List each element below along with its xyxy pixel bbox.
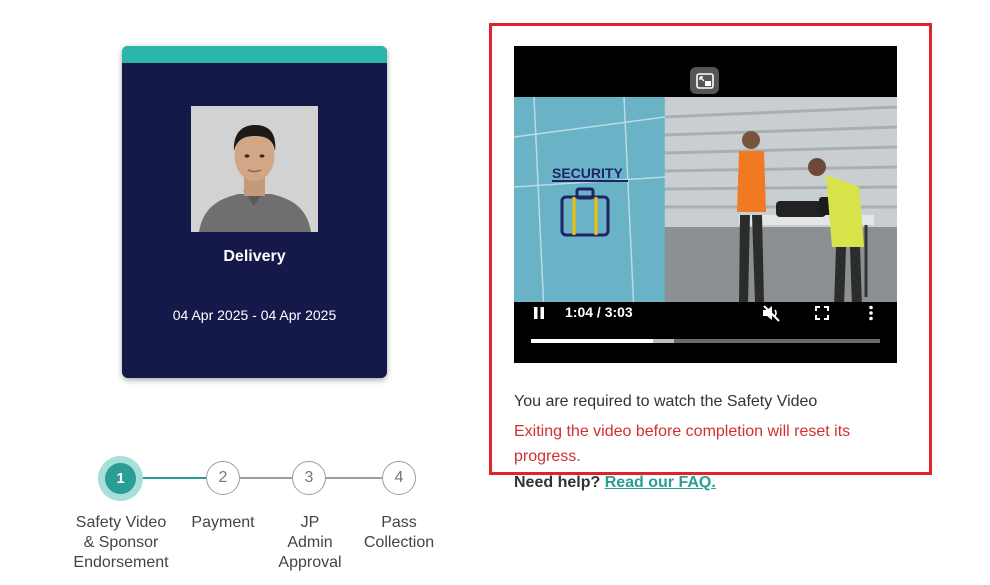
reset-warning-text: Exiting the video before completion will… [514,423,851,465]
step-4-label: Pass Collection [363,514,435,551]
fullscreen-icon[interactable] [814,305,830,326]
pass-card: Delivery 04 Apr 2025 - 04 Apr 2025 [122,46,387,378]
watch-requirement-text: You are required to watch the Safety Vid… [514,393,818,410]
help-text: Need help? Read our FAQ. [514,474,716,492]
pass-role: Delivery [223,248,286,265]
user-photo [191,106,318,232]
help-prefix: Need help? [514,474,601,491]
security-overlay-text: SECURITY [552,165,623,181]
stepper-connector-1 [136,477,207,479]
pass-card-accent-bar [122,46,387,63]
step-4-circle: 4 [382,461,416,495]
video-time-display: 1:04 / 3:03 [565,304,633,320]
step-3-circle: 3 [292,461,326,495]
picture-in-picture-icon[interactable] [690,67,719,94]
pause-icon[interactable] [532,305,546,326]
step-1-label: Safety Video & Sponsor Endorsement [73,514,169,571]
safety-video-player[interactable]: SECURITY 1:04 / 3:03 [514,46,897,363]
pass-date-range: 04 Apr 2025 - 04 Apr 2025 [172,307,337,323]
step-3-label: JP Admin Approval [278,514,342,571]
faq-link[interactable]: Read our FAQ. [605,474,716,491]
muted-icon[interactable] [761,304,781,327]
video-progress-bar[interactable] [531,339,880,343]
step-2-label: Payment [191,514,255,531]
video-frame: SECURITY [514,97,897,313]
stepper-connector-2 [240,477,293,479]
step-2-circle: 2 [206,461,240,495]
more-vert-icon[interactable] [868,305,874,326]
stepper-connector-3 [326,477,382,479]
video-played-fill [531,339,654,343]
step-1-circle: 1 [105,463,136,494]
